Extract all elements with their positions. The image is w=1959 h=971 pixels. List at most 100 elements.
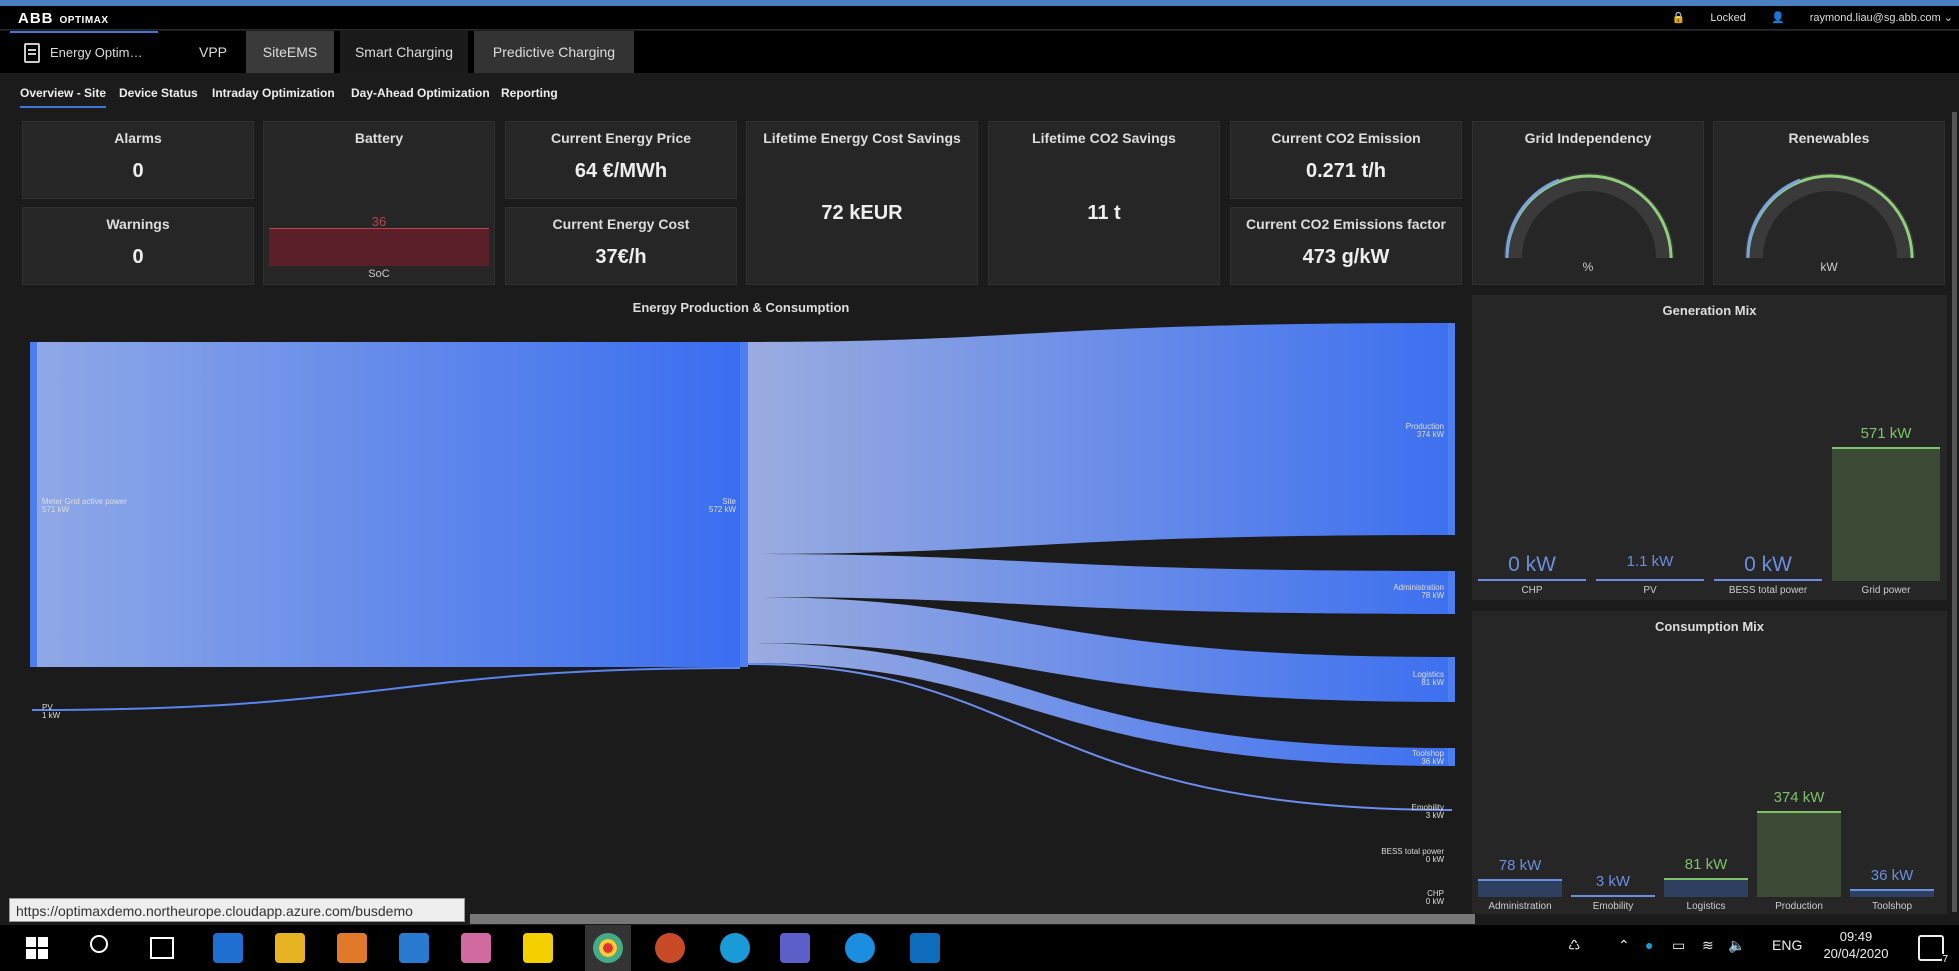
tab-vpp[interactable]: VPP [190, 31, 236, 73]
alarms-title: Alarms [114, 130, 162, 146]
lifetime-co2-value: 11 t [1087, 202, 1121, 224]
clock[interactable]: 09:49 20/04/2020 [1816, 929, 1896, 961]
consumption-mix-title: Consumption Mix [1654, 619, 1765, 634]
lifetime-cost-savings-card[interactable]: Lifetime Energy Cost Savings 72 kEUR [746, 121, 978, 285]
battery-soc-value: 36 [371, 214, 387, 229]
user-menu[interactable]: 👤 raymond.liau@sg.abb.com ⌄ [1771, 12, 1953, 24]
sankey-value-administration: 78 kW [1421, 591, 1444, 600]
tab-smart-charging[interactable]: Smart Charging [340, 31, 468, 73]
sankey-node-logistics [1448, 657, 1455, 702]
page-scrollbar[interactable] [1952, 112, 1957, 912]
grid-independency-title: Grid Independency [1524, 130, 1652, 146]
edge-icon[interactable] [213, 933, 243, 963]
mix-bar-value: 0 kW [1744, 553, 1792, 576]
alarms-value: 0 [132, 160, 144, 182]
renewables-card[interactable]: Renewables kW [1713, 121, 1945, 285]
consumption-mix-panel: Consumption Mix 78 kW Administration 3 kW E… [1472, 611, 1947, 914]
sankey-value-production: 374 kW [1417, 430, 1445, 439]
lock-status[interactable]: 🔒 Locked [1672, 12, 1746, 24]
horizontal-scrollbar[interactable] [470, 914, 1475, 924]
teams-icon[interactable] [780, 933, 810, 963]
snipping-icon[interactable] [461, 933, 491, 963]
lifetime-co2-title: Lifetime CO2 Savings [1032, 130, 1176, 146]
energy-price-value: 64 €/MWh [574, 160, 668, 182]
chevron-up-icon[interactable]: ⌃ [1618, 937, 1630, 954]
subtab-overview-site[interactable]: Overview - Site [20, 86, 107, 108]
sankey-value-emobility: 3 kW [1426, 811, 1445, 820]
skype-icon[interactable] [720, 933, 750, 963]
windows-start-icon[interactable] [26, 937, 48, 959]
mix-bar[interactable] [1664, 878, 1748, 897]
sankey-diagram: Meter Grid active power 571 kW PV 1 kW S… [30, 323, 1455, 906]
status-url: https://optimaxdemo.northeurope.cloudapp… [9, 898, 465, 922]
skype-tray-icon[interactable]: ● [1645, 937, 1653, 953]
sankey-link-pv-site [31, 667, 741, 711]
internet-explorer-icon[interactable] [845, 933, 875, 963]
mix-bar-label: Production [1775, 901, 1823, 912]
warnings-value: 0 [132, 246, 144, 268]
mix-bar[interactable] [1757, 811, 1841, 897]
wifi-icon[interactable]: ≋ [1702, 937, 1714, 954]
mix-bar[interactable] [1478, 879, 1562, 897]
lifetime-co2-savings-card[interactable]: Lifetime CO2 Savings 11 t [988, 121, 1220, 285]
tab-predictive-charging[interactable]: Predictive Charging [474, 31, 634, 73]
search-icon[interactable] [90, 935, 108, 953]
sankey-value-chp: 0 kW [1426, 897, 1445, 906]
subtab-intraday-optimization[interactable]: Intraday Optimization [212, 86, 335, 100]
sticky-notes-icon[interactable] [523, 933, 553, 963]
subtab-reporting[interactable]: Reporting [501, 86, 558, 100]
document-icon [24, 43, 40, 63]
mix-bar[interactable] [1478, 579, 1586, 581]
sankey-node-administration [1448, 571, 1455, 614]
co2-factor-card[interactable]: Current CO2 Emissions factor 473 g/kW [1230, 207, 1462, 285]
lifetime-cost-value: 72 kEUR [821, 202, 903, 224]
sankey-value-grid: 571 kW [42, 505, 70, 514]
energy-cost-title: Current Energy Cost [552, 216, 690, 232]
mix-bar-label: PV [1643, 585, 1657, 596]
co2-emission-card[interactable]: Current CO2 Emission 0.271 t/h [1230, 121, 1462, 199]
warnings-card[interactable]: Warnings 0 [22, 207, 254, 285]
mix-bar[interactable] [1714, 579, 1822, 581]
sankey-value-bess: 0 kW [1426, 855, 1445, 864]
renewables-unit: kW [1820, 260, 1838, 274]
app-icon[interactable] [399, 933, 429, 963]
nav-home-energy-optim[interactable]: Energy Optim… [10, 31, 158, 73]
language-indicator[interactable]: ENG [1772, 937, 1802, 953]
battery-tray-icon[interactable]: ▭ [1672, 937, 1685, 954]
outlook-icon[interactable] [910, 933, 940, 963]
energy-price-card[interactable]: Current Energy Price 64 €/MWh [505, 121, 737, 199]
battery-soc-label: SoC [368, 268, 390, 280]
mix-bar[interactable] [1832, 447, 1940, 581]
sankey-value-pv: 1 kW [42, 711, 61, 720]
battery-title: Battery [354, 130, 404, 146]
sankey-value-logistics: 81 kW [1421, 678, 1444, 687]
battery-card[interactable]: Battery 36 SoC [263, 121, 495, 285]
sankey-node-toolshop [1448, 748, 1455, 766]
mix-bar-label: Toolshop [1871, 901, 1913, 912]
tab-siteems[interactable]: SiteEMS [246, 31, 334, 73]
mix-bar-label: Administration [1488, 901, 1552, 912]
task-view-icon[interactable] [150, 937, 174, 959]
mix-bar[interactable] [1850, 889, 1934, 897]
sankey-link-grid-site [32, 342, 740, 667]
grid-independency-card[interactable]: Grid Independency % [1472, 121, 1704, 285]
mix-bar-value: 571 kW [1860, 425, 1912, 442]
notification-icon[interactable]: 7 [1918, 935, 1948, 965]
windows-taskbar: ♺ ⌃ ● ▭ ≋ 🔈 ENG 09:49 20/04/2020 7 [0, 925, 1959, 971]
co2-factor-value: 473 g/kW [1302, 246, 1390, 268]
grid-independency-unit: % [1582, 260, 1594, 274]
subtab-device-status[interactable]: Device Status [119, 86, 198, 100]
media-player-icon[interactable] [337, 933, 367, 963]
mix-bar[interactable] [1571, 895, 1655, 897]
chrome-taskbar-item[interactable] [585, 925, 631, 971]
energy-cost-card[interactable]: Current Energy Cost 37€/h [505, 207, 737, 285]
mix-bar[interactable] [1596, 579, 1704, 581]
sankey-node-production [1448, 323, 1455, 535]
powerpoint-icon[interactable] [655, 933, 685, 963]
volume-icon[interactable]: 🔈 [1728, 937, 1745, 954]
mix-bar-value: 374 kW [1773, 789, 1825, 806]
alarms-card[interactable]: Alarms 0 [22, 121, 254, 199]
people-icon[interactable]: ♺ [1568, 937, 1581, 954]
file-explorer-icon[interactable] [275, 933, 305, 963]
subtab-day-ahead-optimization[interactable]: Day-Ahead Optimization [351, 86, 490, 100]
